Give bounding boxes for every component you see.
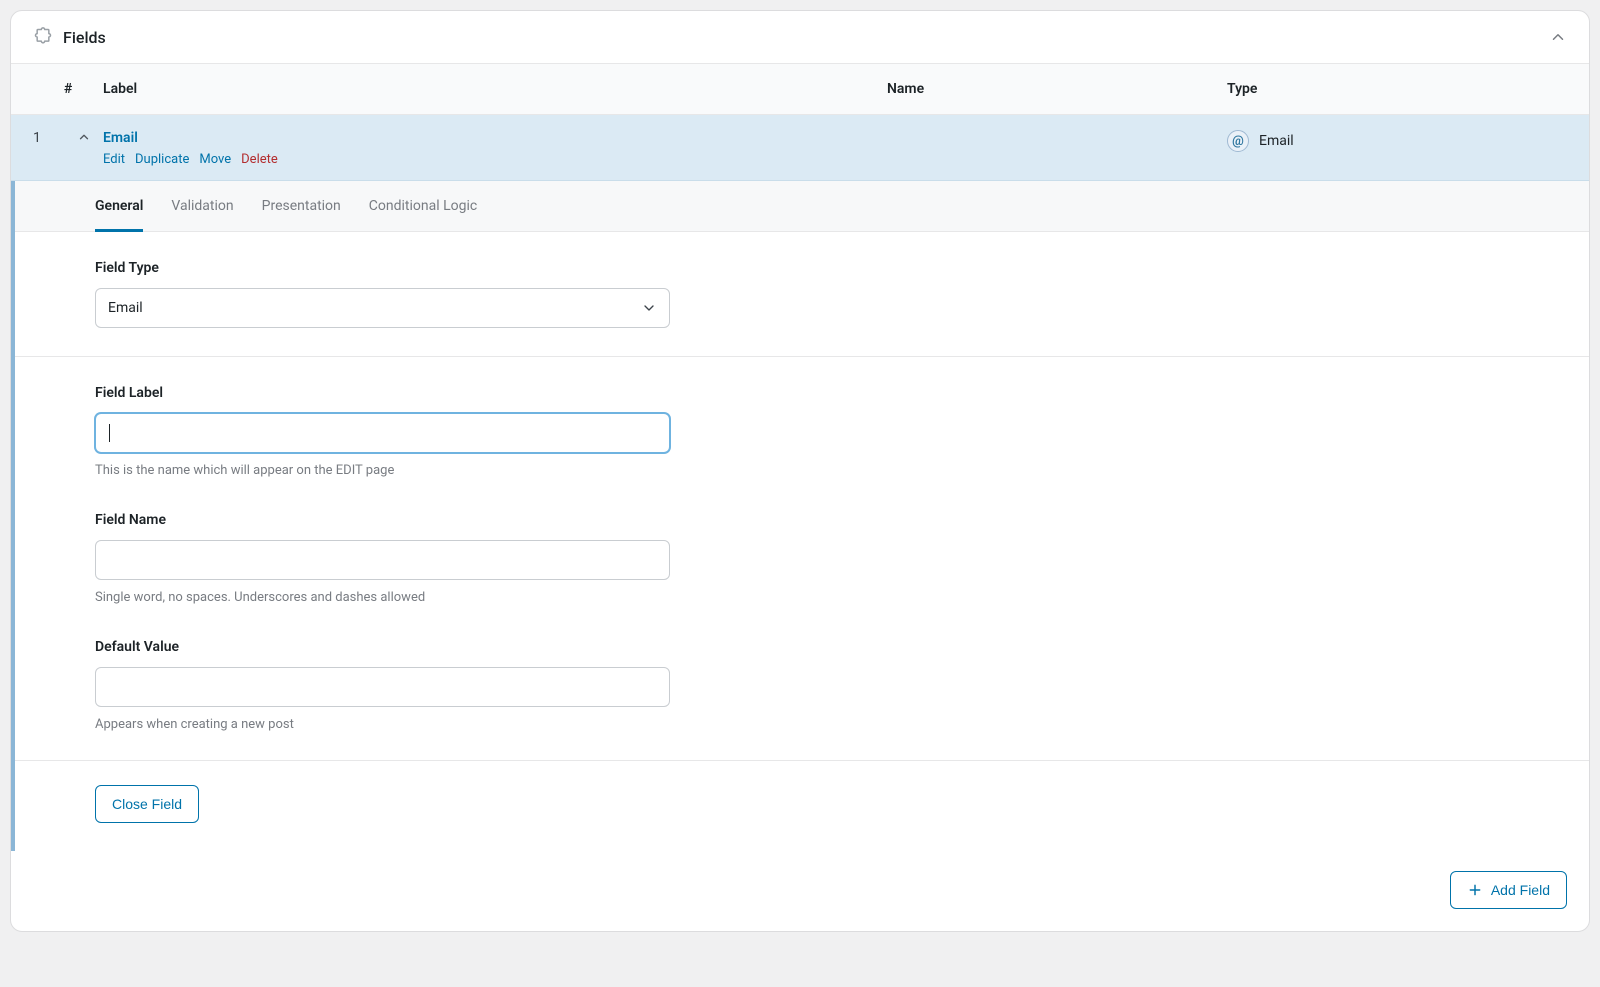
puzzle-icon (33, 27, 53, 47)
label-field-label: Field Label (95, 385, 1509, 401)
editor-tabs: General Validation Presentation Conditio… (15, 181, 1589, 232)
help-default-value: Appears when creating a new post (95, 717, 1509, 732)
text-cursor (109, 424, 110, 442)
select-field-type[interactable]: Email (95, 288, 670, 328)
column-label: Label (103, 81, 887, 97)
group-field-label: Field Label This is the name which will … (95, 385, 1509, 478)
chevron-down-icon (641, 300, 657, 316)
panel-field-type: Field Type Email (15, 232, 1589, 356)
row-actions: Edit Duplicate Move Delete (103, 152, 887, 167)
card-title-wrap: Fields (33, 27, 106, 47)
field-row-number: 1 (33, 130, 41, 146)
tab-conditional-logic[interactable]: Conditional Logic (369, 181, 477, 232)
card-header: Fields (11, 11, 1589, 64)
tab-presentation[interactable]: Presentation (262, 181, 341, 232)
table-header-row: # Label Name Type (11, 64, 1589, 115)
label-field-type: Field Type (95, 260, 1509, 276)
select-field-type-value: Email (108, 300, 143, 316)
tab-general[interactable]: General (95, 181, 143, 232)
input-field-label[interactable] (95, 413, 670, 453)
column-name: Name (887, 81, 1227, 97)
editor-footer: Close Field (15, 760, 1589, 851)
plus-icon (1467, 882, 1483, 898)
close-field-button[interactable]: Close Field (95, 785, 199, 823)
group-default-value: Default Value Appears when creating a ne… (95, 639, 1509, 732)
field-row-label-cell: Email Edit Duplicate Move Delete (103, 130, 887, 167)
label-default-value: Default Value (95, 639, 1509, 655)
add-field-button[interactable]: Add Field (1450, 871, 1567, 909)
field-row: 1 Email Edit Duplicate Move Delete @ Ema… (11, 115, 1589, 181)
field-row-type-cell: @ Email (1227, 130, 1567, 152)
card-footer: Add Field (11, 851, 1589, 931)
row-action-edit[interactable]: Edit (103, 152, 125, 167)
column-number: # (33, 81, 103, 97)
row-action-delete[interactable]: Delete (241, 152, 278, 167)
add-field-label: Add Field (1491, 882, 1550, 898)
column-type: Type (1227, 81, 1567, 97)
tab-validation[interactable]: Validation (171, 181, 233, 232)
field-row-type-label: Email (1259, 133, 1294, 149)
input-field-name[interactable] (95, 540, 670, 580)
email-type-icon: @ (1227, 130, 1249, 152)
field-title-link[interactable]: Email (103, 130, 138, 146)
field-row-number-cell: 1 (33, 130, 103, 146)
card-collapse-toggle[interactable] (1549, 28, 1567, 46)
help-field-name: Single word, no spaces. Underscores and … (95, 590, 1509, 605)
help-field-label: This is the name which will appear on th… (95, 463, 1509, 478)
group-field-name: Field Name Single word, no spaces. Under… (95, 512, 1509, 605)
input-default-value[interactable] (95, 667, 670, 707)
row-collapse-toggle[interactable] (77, 130, 91, 144)
row-action-move[interactable]: Move (199, 152, 231, 167)
group-field-type: Field Type Email (95, 260, 1509, 328)
field-editor: General Validation Presentation Conditio… (11, 181, 1589, 851)
fields-card: Fields # Label Name Type 1 Email Edit Du… (10, 10, 1590, 932)
card-title: Fields (63, 28, 106, 47)
label-field-name: Field Name (95, 512, 1509, 528)
panel-field-settings: Field Label This is the name which will … (15, 356, 1589, 760)
row-action-duplicate[interactable]: Duplicate (135, 152, 189, 167)
